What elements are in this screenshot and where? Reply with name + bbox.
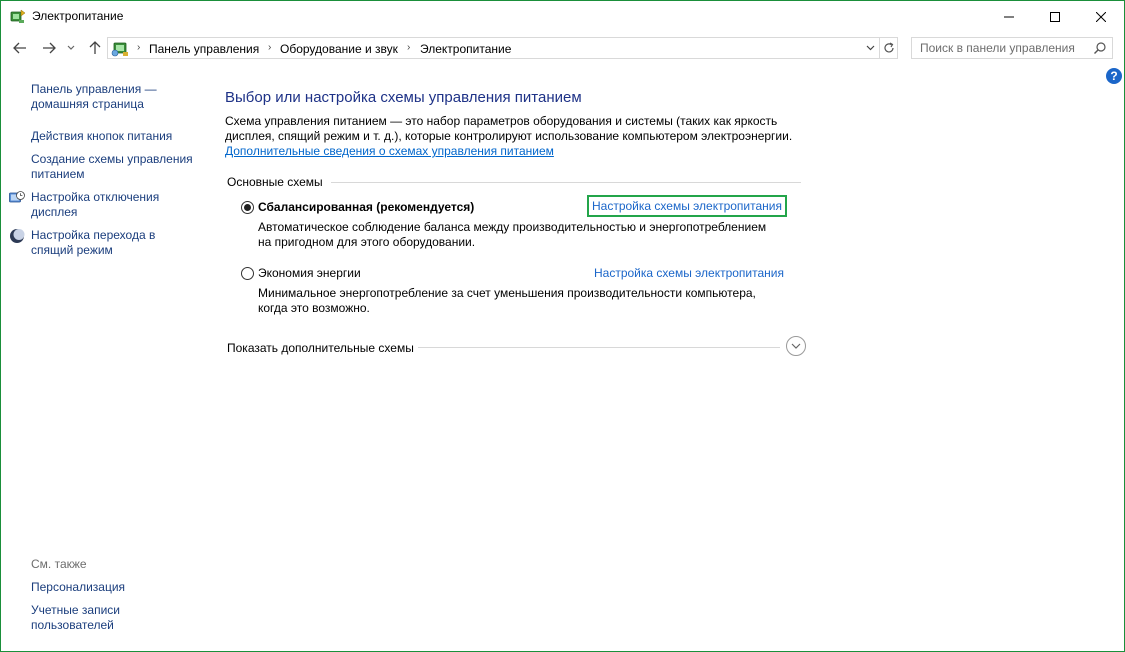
sidebar-item-display-off[interactable]: Настройка отключения дисплея <box>31 190 211 220</box>
sidebar-item-label: Настройка отключения <box>31 190 160 204</box>
plans-group-label: Основные схемы <box>227 175 323 189</box>
recent-locations-button[interactable] <box>64 38 78 58</box>
chevron-down-icon <box>67 45 75 50</box>
sidebar-item-label: Настройка перехода в <box>31 228 156 242</box>
sidebar-item-sleep[interactable]: Настройка перехода в спящий режим <box>31 228 211 258</box>
minimize-button[interactable] <box>986 1 1032 32</box>
address-bar[interactable]: › Панель управления › Оборудование и зву… <box>107 37 898 59</box>
show-more-divider <box>418 347 780 348</box>
plan-name[interactable]: Экономия энергии <box>258 266 361 280</box>
breadcrumb-control-panel[interactable]: Панель управления <box>149 42 259 56</box>
sidebar-item-label: пользователей <box>31 618 114 632</box>
breadcrumb-separator-icon[interactable]: › <box>137 42 140 53</box>
balanced-plan-settings-link[interactable]: Настройка схемы электропитания <box>587 195 787 217</box>
sidebar-item-create-plan[interactable]: Создание схемы управления питанием <box>31 152 211 182</box>
arrow-left-icon <box>13 42 26 54</box>
power-options-window: Электропитание › Панель управления › Обо… <box>0 0 1125 652</box>
plan-description-line: Минимальное энергопотребление за счет ум… <box>258 286 756 300</box>
sidebar-item-label: Панель управления — <box>31 82 157 96</box>
search-input[interactable] <box>912 38 1090 58</box>
search-icon[interactable] <box>1093 41 1107 55</box>
sidebar-item-label: Создание схемы управления <box>31 152 193 166</box>
see-also-label: См. также <box>31 557 87 571</box>
plan-description: Автоматическое соблюдение баланса между … <box>258 220 798 250</box>
breadcrumb-power-options[interactable]: Электропитание <box>420 42 511 56</box>
expand-additional-plans-button[interactable] <box>786 336 806 356</box>
page-title: Выбор или настройка схемы управления пит… <box>225 89 582 106</box>
address-dropdown-button[interactable] <box>861 38 879 58</box>
breadcrumb-separator-icon[interactable]: › <box>407 42 410 53</box>
breadcrumb-separator-icon[interactable]: › <box>268 42 271 53</box>
refresh-icon <box>884 42 894 53</box>
window-title: Электропитание <box>32 9 124 23</box>
chevron-down-icon <box>866 45 874 51</box>
sidebar-item-label: домашняя страница <box>31 97 144 111</box>
plan-description-line: когда это возможно. <box>258 301 370 315</box>
up-button[interactable] <box>85 38 105 58</box>
description-line: дисплея, спящий режим и т. д.), которые … <box>225 129 793 143</box>
sidebar-item-label: дисплея <box>31 205 78 219</box>
maximize-icon <box>1050 11 1060 22</box>
refresh-button[interactable] <box>879 38 898 58</box>
sidebar-item-label: Действия кнопок питания <box>31 129 173 143</box>
arrow-right-icon <box>43 42 56 54</box>
more-info-link[interactable]: Дополнительные сведения о схемах управле… <box>225 144 554 158</box>
maximize-button[interactable] <box>1032 1 1078 32</box>
close-icon <box>1096 11 1106 22</box>
breadcrumb-hardware-sound[interactable]: Оборудование и звук <box>280 42 398 56</box>
sidebar-item-label: Персонализация <box>31 580 126 594</box>
balanced-radio[interactable] <box>241 201 254 214</box>
power-saver-radio[interactable] <box>241 267 254 280</box>
title-bar: Электропитание <box>1 1 1124 32</box>
sidebar-item-power-buttons[interactable]: Действия кнопок питания <box>31 129 211 144</box>
plan-name[interactable]: Сбалансированная (рекомендуется) <box>258 200 474 214</box>
sidebar-item-control-panel-home[interactable]: Панель управления — домашняя страница <box>31 82 211 112</box>
help-button[interactable]: ? <box>1106 68 1122 84</box>
sleep-moon-icon <box>10 229 25 243</box>
sidebar-item-label: спящий режим <box>31 243 113 257</box>
close-button[interactable] <box>1078 1 1124 32</box>
sidebar-item-label: питанием <box>31 167 85 181</box>
plan-description-line: на пригодном для этого оборудовании. <box>258 235 476 249</box>
back-button[interactable] <box>10 38 30 58</box>
display-clock-icon <box>9 191 25 203</box>
minimize-icon <box>1004 16 1014 17</box>
control-panel-icon <box>111 42 128 57</box>
plan-description-line: Автоматическое соблюдение баланса между … <box>258 220 767 234</box>
description-line: Схема управления питанием — это набор па… <box>225 114 778 128</box>
sidebar-item-user-accounts[interactable]: Учетные записи пользователей <box>31 603 211 633</box>
sidebar-item-label: Учетные записи <box>31 603 120 617</box>
plan-description: Минимальное энергопотребление за счет ум… <box>258 286 798 316</box>
navigation-bar: › Панель управления › Оборудование и зву… <box>1 34 1124 62</box>
page-description: Схема управления питанием — это набор па… <box>225 114 815 159</box>
sidebar-item-personalization[interactable]: Персонализация <box>31 580 211 595</box>
power-saver-plan-settings-link[interactable]: Настройка схемы электропитания <box>594 266 784 280</box>
power-options-icon <box>10 9 26 23</box>
arrow-up-icon <box>89 41 101 54</box>
group-divider <box>331 182 801 183</box>
search-box[interactable] <box>911 37 1113 59</box>
chevron-down-icon <box>791 343 801 349</box>
forward-button[interactable] <box>39 38 59 58</box>
show-additional-plans-label[interactable]: Показать дополнительные схемы <box>227 341 414 355</box>
left-task-pane: Панель управления — домашняя страница Де… <box>1 63 216 651</box>
